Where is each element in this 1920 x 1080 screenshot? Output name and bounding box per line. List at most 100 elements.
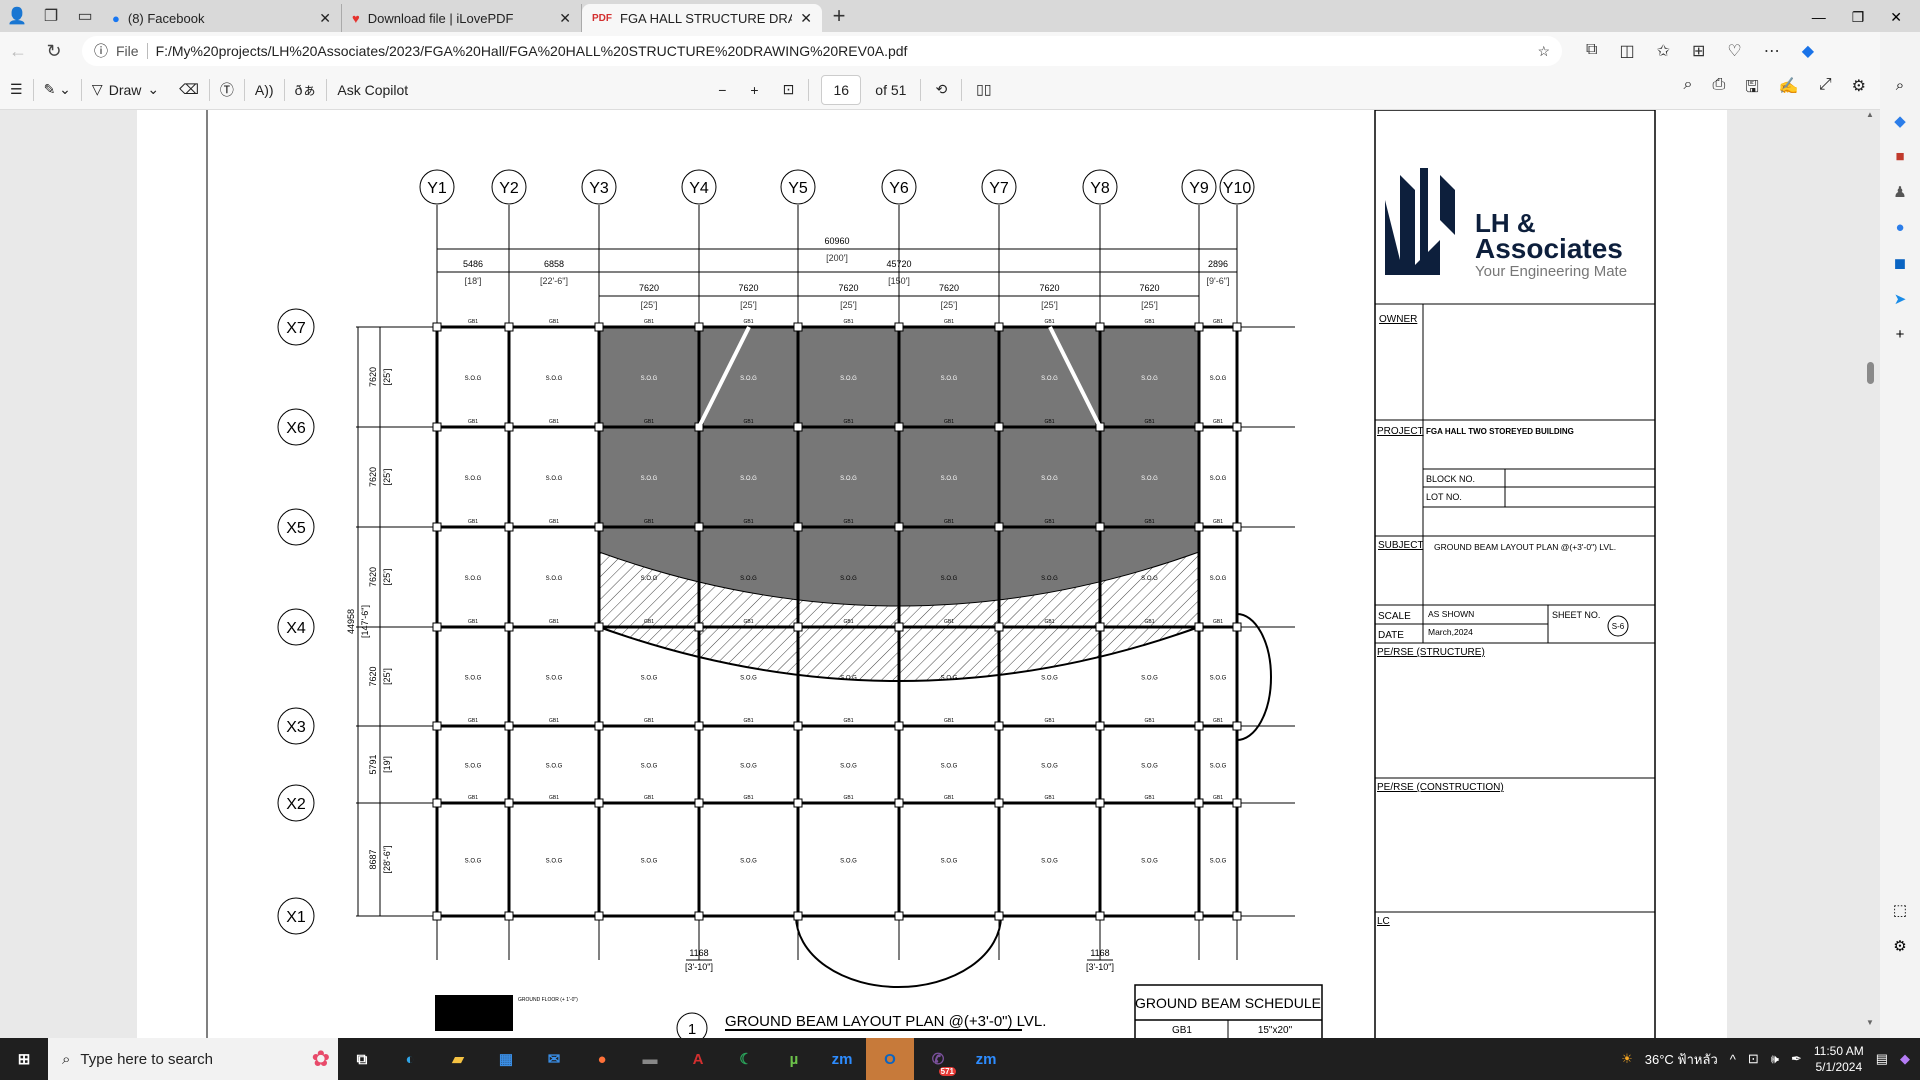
clock[interactable]: 11:50 AM 5/1/2024 <box>1814 1043 1864 1075</box>
app-icon[interactable]: ☾ <box>722 1038 770 1080</box>
task-view-icon[interactable]: ⧉ <box>338 1038 386 1080</box>
tab-facebook[interactable]: ● (8) Facebook ✕ <box>102 4 342 32</box>
column <box>504 322 514 332</box>
copilot-icon[interactable]: ◆ <box>1900 1051 1910 1067</box>
search-icon[interactable]: ⌕ <box>1684 76 1693 103</box>
dimension-value: 45720 <box>886 259 911 269</box>
ask-copilot-button[interactable]: Ask Copilot <box>327 82 418 98</box>
collections-icon[interactable]: ⊞ <box>1692 41 1705 61</box>
performance-icon[interactable]: ♡ <box>1727 41 1741 61</box>
edge-icon[interactable]: ◐ <box>386 1038 434 1080</box>
outlook-icon[interactable]: O <box>866 1038 914 1080</box>
page-count: of 51 <box>875 81 907 98</box>
tab-ilovepdf[interactable]: ♥ Download file | iLovePDF ✕ <box>342 4 582 32</box>
eraser-icon[interactable]: ⌫ <box>169 81 209 98</box>
dimension-value: 6858 <box>544 259 564 269</box>
beam-label: GB1 <box>549 319 559 325</box>
terminal-icon[interactable]: ▬ <box>626 1038 674 1080</box>
taskbar-search[interactable]: ⌕ Type here to search ✿ <box>48 1038 338 1080</box>
scroll-down-icon[interactable]: ▼ <box>1864 1018 1876 1027</box>
close-icon[interactable]: ✕ <box>319 10 331 27</box>
slab-label: S.O.G <box>941 859 958 865</box>
scroll-up-icon[interactable]: ▲ <box>1864 110 1876 119</box>
weather-text[interactable]: 36°C ฟ้าหลัว <box>1645 1049 1718 1070</box>
sidebar-add-icon[interactable]: + <box>1896 326 1905 343</box>
zoom-in-icon[interactable]: + <box>740 82 768 98</box>
sidebar-search-icon[interactable]: ⌕ <box>1896 77 1904 94</box>
page-number-input[interactable]: 16 <box>821 74 862 105</box>
close-window-icon[interactable]: ✕ <box>1890 9 1902 26</box>
text-icon[interactable]: Ⓣ <box>210 80 244 100</box>
profile-icon[interactable]: 👤 <box>0 0 34 32</box>
scrollbar-thumb[interactable] <box>1867 362 1874 384</box>
subject-label: SUBJECT <box>1378 540 1424 551</box>
more-icon[interactable]: ⋯ <box>1764 41 1780 61</box>
utorrent-icon[interactable]: µ <box>770 1038 818 1080</box>
sidebar-screenshot-icon[interactable]: ⬚ <box>1893 901 1907 919</box>
tab-actions-icon[interactable]: ▭ <box>68 0 102 32</box>
address-bar[interactable]: ⓘ File F:/My%20projects/LH%20Associates/… <box>82 36 1562 66</box>
settings-icon[interactable]: ⚙ <box>1852 76 1866 103</box>
split-screen-icon[interactable]: ◫ <box>1619 41 1634 61</box>
pdf-viewer[interactable]: Y1 Y2 Y3 Y4 Y5 Y6 Y7 Y8 Y9 Y10 X7 X6 X5 X4 X3 X2 X1 60960… <box>0 110 1880 1038</box>
tab-pdf[interactable]: PDFFGA HALL STRUCTURE DRAWING✕ <box>582 4 822 32</box>
favorite-star-icon[interactable]: ☆ <box>1537 43 1550 60</box>
volume-icon[interactable]: 🕪 <box>1771 1051 1779 1067</box>
sidebar-games-icon[interactable]: ♟ <box>1893 183 1906 201</box>
minimize-icon[interactable]: — <box>1812 9 1826 26</box>
translate-icon[interactable]: ðぁ <box>285 80 327 100</box>
viber-icon[interactable]: ✆ 571 <box>914 1038 962 1080</box>
contents-icon[interactable]: ☰ <box>0 81 33 98</box>
dimension-feet: [25'] <box>382 369 392 386</box>
grid-label-x: X3 <box>286 719 306 736</box>
slab-label: S.O.G <box>641 376 658 382</box>
extensions-icon[interactable]: ⧉ <box>1586 41 1597 61</box>
vertical-scrollbar[interactable]: ▲ ▼ <box>1864 110 1876 1038</box>
highlight-icon[interactable]: ✎ ⌄ <box>34 81 81 98</box>
sidebar-outlook-icon[interactable]: ◼ <box>1894 254 1906 272</box>
slab-label: S.O.G <box>465 576 482 582</box>
close-icon[interactable]: ✕ <box>800 10 812 27</box>
print-icon[interactable]: ⎙ <box>1712 76 1725 103</box>
network-icon[interactable]: ⊡ <box>1748 1051 1759 1067</box>
copilot-icon[interactable]: ◆ <box>1802 41 1814 61</box>
fit-page-icon[interactable]: ⊡ <box>773 81 805 98</box>
pen-icon[interactable]: ✒ <box>1791 1051 1802 1067</box>
mail-icon[interactable]: ✉ <box>530 1038 578 1080</box>
draw-button[interactable]: ▽ Draw ⌄ <box>82 81 169 98</box>
workspaces-icon[interactable]: ❐ <box>34 0 68 32</box>
column <box>793 911 803 921</box>
autocad-icon[interactable]: A <box>674 1038 722 1080</box>
refresh-icon[interactable]: ↻ <box>36 41 72 62</box>
slab-label: S.O.G <box>546 376 563 382</box>
close-icon[interactable]: ✕ <box>559 10 571 27</box>
file-explorer-icon[interactable]: ▰ <box>434 1038 482 1080</box>
save-icon[interactable]: 🖫 <box>1745 76 1759 103</box>
favorites-icon[interactable]: ✩ <box>1657 41 1670 61</box>
column <box>793 322 803 332</box>
save-as-icon[interactable]: ✍ <box>1779 76 1799 103</box>
new-tab-button[interactable]: + <box>822 0 856 32</box>
rotate-icon[interactable]: ⟲ <box>925 81 957 98</box>
dimension-feet: [9'-6"] <box>1207 276 1230 286</box>
sidebar-settings-icon[interactable]: ⚙ <box>1893 937 1906 955</box>
zoom-out-icon[interactable]: − <box>708 82 736 98</box>
sidebar-send-icon[interactable]: ➤ <box>1894 290 1907 308</box>
back-icon[interactable]: ← <box>0 41 36 62</box>
tray-chevron-icon[interactable]: ^ <box>1730 1052 1736 1067</box>
page-view-icon[interactable]: ▯▯ <box>966 81 1001 98</box>
restore-icon[interactable]: ❐ <box>1852 9 1865 26</box>
info-icon: ⓘ <box>94 43 108 59</box>
firefox-icon[interactable]: ● <box>578 1038 626 1080</box>
sidebar-office-icon[interactable]: ● <box>1895 219 1904 236</box>
read-aloud-icon[interactable]: A)) <box>245 82 284 98</box>
store-icon[interactable]: ▦ <box>482 1038 530 1080</box>
start-icon[interactable]: ⊞ <box>0 1038 48 1080</box>
zoom-icon[interactable]: zm <box>962 1038 1010 1080</box>
beam-label: GB1 <box>944 419 954 425</box>
fullscreen-icon[interactable]: ⤢ <box>1819 76 1832 103</box>
notifications-icon[interactable]: ▤ <box>1876 1051 1888 1067</box>
sidebar-tools-icon[interactable]: ■ <box>1895 148 1904 165</box>
zoom-icon[interactable]: zm <box>818 1038 866 1080</box>
sidebar-shopping-icon[interactable]: ◆ <box>1894 112 1906 130</box>
